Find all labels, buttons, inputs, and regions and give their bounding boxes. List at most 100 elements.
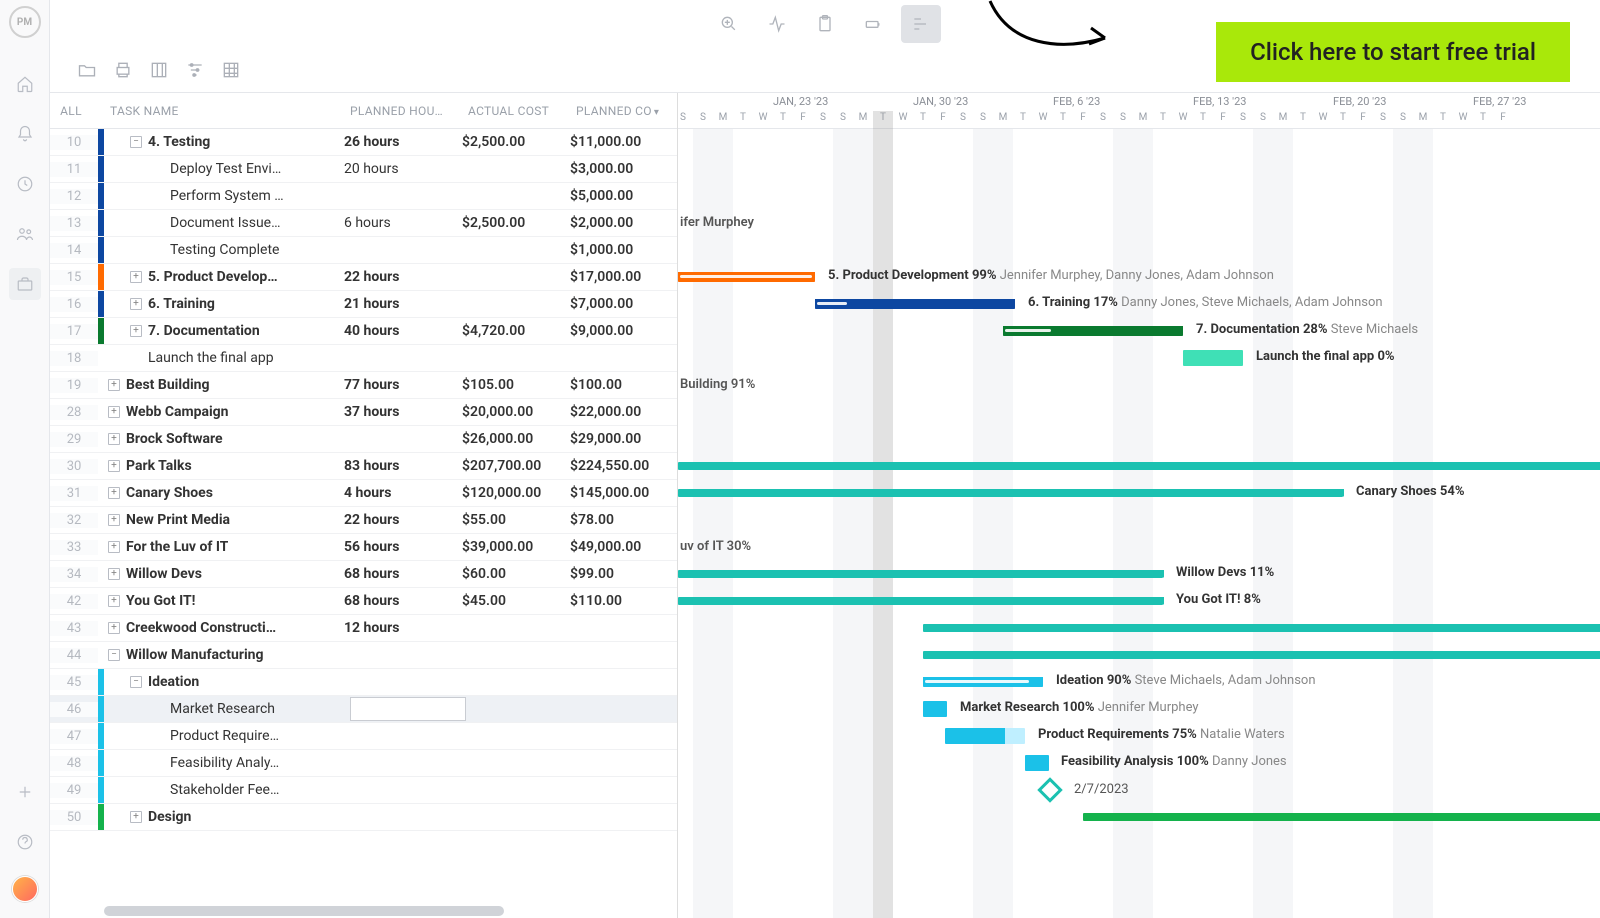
briefcase-icon[interactable] [9,268,41,300]
hours-cell[interactable]: 21 hours [344,296,462,312]
cost-cell[interactable]: $105.00 [462,377,570,393]
gantt-bar[interactable] [678,570,1163,578]
planned-cell[interactable]: $78.00 [570,512,677,528]
edit-input[interactable] [350,697,466,721]
folder-icon[interactable] [74,57,100,83]
task-cell[interactable]: +5. Product Develop… [104,269,344,285]
task-cell[interactable]: −Ideation [104,674,344,690]
expand-icon[interactable]: − [130,676,142,688]
table-row[interactable]: 11Deploy Test Envi…20 hours$3,000.00 [50,156,677,183]
table-row[interactable]: 32+New Print Media22 hours$55.00$78.00 [50,507,677,534]
expand-icon[interactable]: − [130,136,142,148]
hours-cell[interactable]: 56 hours [344,539,462,555]
expand-icon[interactable]: + [130,325,142,337]
planned-cell[interactable]: $17,000.00 [570,269,677,285]
cost-cell[interactable]: $207,700.00 [462,458,570,474]
gantt-bar[interactable] [923,651,1600,659]
gantt-bar[interactable] [815,299,1015,309]
table-row[interactable]: 42+You Got IT!68 hours$45.00$110.00 [50,588,677,615]
cost-cell[interactable]: $120,000.00 [462,485,570,501]
task-cell[interactable]: Feasibility Analy… [104,755,344,771]
table-row[interactable]: 13Document Issue…6 hours$2,500.00$2,000.… [50,210,677,237]
col-hours[interactable]: PLANNED HOU… [350,104,468,118]
task-cell[interactable]: +Willow Devs [104,566,344,582]
hours-cell[interactable]: 22 hours [344,512,462,528]
hours-cell[interactable]: 4 hours [344,485,462,501]
table-row[interactable]: 33+For the Luv of IT56 hours$39,000.00$4… [50,534,677,561]
task-cell[interactable]: +Design [104,809,344,825]
planned-cell[interactable]: $22,000.00 [570,404,677,420]
cost-cell[interactable]: $2,500.00 [462,215,570,231]
expand-icon[interactable]: + [108,595,120,607]
task-cell[interactable]: +Canary Shoes [104,485,344,501]
expand-icon[interactable]: + [108,487,120,499]
task-cell[interactable]: +Creekwood Constructi… [104,620,344,636]
cost-cell[interactable]: $55.00 [462,512,570,528]
table-row[interactable]: 14Testing Complete$1,000.00 [50,237,677,264]
grid-icon[interactable] [218,57,244,83]
gantt-bar[interactable] [923,624,1600,632]
expand-icon[interactable]: − [108,649,120,661]
horizontal-scrollbar[interactable] [104,906,504,916]
table-row[interactable]: 34+Willow Devs68 hours$60.00$99.00 [50,561,677,588]
cost-cell[interactable]: $39,000.00 [462,539,570,555]
planned-cell[interactable]: $7,000.00 [570,296,677,312]
hours-cell[interactable]: 20 hours [344,161,462,177]
gantt-view-icon[interactable] [901,5,941,43]
gantt-bar[interactable] [678,489,1343,497]
cost-cell[interactable]: $45.00 [462,593,570,609]
gantt-bar[interactable] [945,728,1025,744]
gantt-bar[interactable] [678,462,1600,470]
plus-icon[interactable] [9,776,41,808]
people-icon[interactable] [9,218,41,250]
task-cell[interactable]: −4. Testing [104,134,344,150]
clock-icon[interactable] [9,168,41,200]
col-planned[interactable]: PLANNED CO▾ [576,104,677,118]
task-cell[interactable]: Stakeholder Fee… [104,782,344,798]
hours-cell[interactable]: 37 hours [344,404,462,420]
planned-cell[interactable]: $110.00 [570,593,677,609]
task-cell[interactable]: +New Print Media [104,512,344,528]
cost-cell[interactable]: $4,720.00 [462,323,570,339]
battery-icon[interactable] [853,5,893,43]
table-row[interactable]: 17+7. Documentation40 hours$4,720.00$9,0… [50,318,677,345]
table-row[interactable]: 16+6. Training21 hours$7,000.00 [50,291,677,318]
task-cell[interactable]: +7. Documentation [104,323,344,339]
help-icon[interactable] [9,826,41,858]
hours-cell[interactable]: 22 hours [344,269,462,285]
table-row[interactable]: 47Product Require… [50,723,677,750]
hours-cell[interactable]: 77 hours [344,377,462,393]
planned-cell[interactable]: $145,000.00 [570,485,677,501]
expand-icon[interactable]: + [108,541,120,553]
table-row[interactable]: 30+Park Talks83 hours$207,700.00$224,550… [50,453,677,480]
planned-cell[interactable]: $29,000.00 [570,431,677,447]
expand-icon[interactable]: + [108,622,120,634]
gantt-bar[interactable] [923,701,947,717]
expand-icon[interactable]: + [108,514,120,526]
planned-cell[interactable]: $5,000.00 [570,188,677,204]
table-row[interactable]: 18Launch the final app [50,345,677,372]
hours-cell[interactable]: 40 hours [344,323,462,339]
task-cell[interactable]: Document Issue… [104,215,344,231]
avatar[interactable] [12,876,38,902]
planned-cell[interactable]: $224,550.00 [570,458,677,474]
cost-cell[interactable]: $60.00 [462,566,570,582]
task-cell[interactable]: Market Research [104,701,344,717]
activity-icon[interactable] [757,5,797,43]
table-row[interactable]: 12Perform System …$5,000.00 [50,183,677,210]
gantt-bar[interactable] [678,597,1163,605]
task-cell[interactable]: +Webb Campaign [104,404,344,420]
bell-icon[interactable] [9,118,41,150]
table-row[interactable]: 31+Canary Shoes4 hours$120,000.00$145,00… [50,480,677,507]
table-row[interactable]: 50+Design [50,804,677,831]
expand-icon[interactable]: + [130,271,142,283]
col-cost[interactable]: ACTUAL COST [468,104,576,118]
gantt-bar[interactable] [923,677,1043,687]
task-cell[interactable]: Deploy Test Envi… [104,161,344,177]
expand-icon[interactable]: + [130,811,142,823]
columns-icon[interactable] [146,57,172,83]
table-row[interactable]: 29+Brock Software$26,000.00$29,000.00 [50,426,677,453]
expand-icon[interactable]: + [130,298,142,310]
planned-cell[interactable]: $100.00 [570,377,677,393]
gantt-bar[interactable] [1083,813,1600,821]
